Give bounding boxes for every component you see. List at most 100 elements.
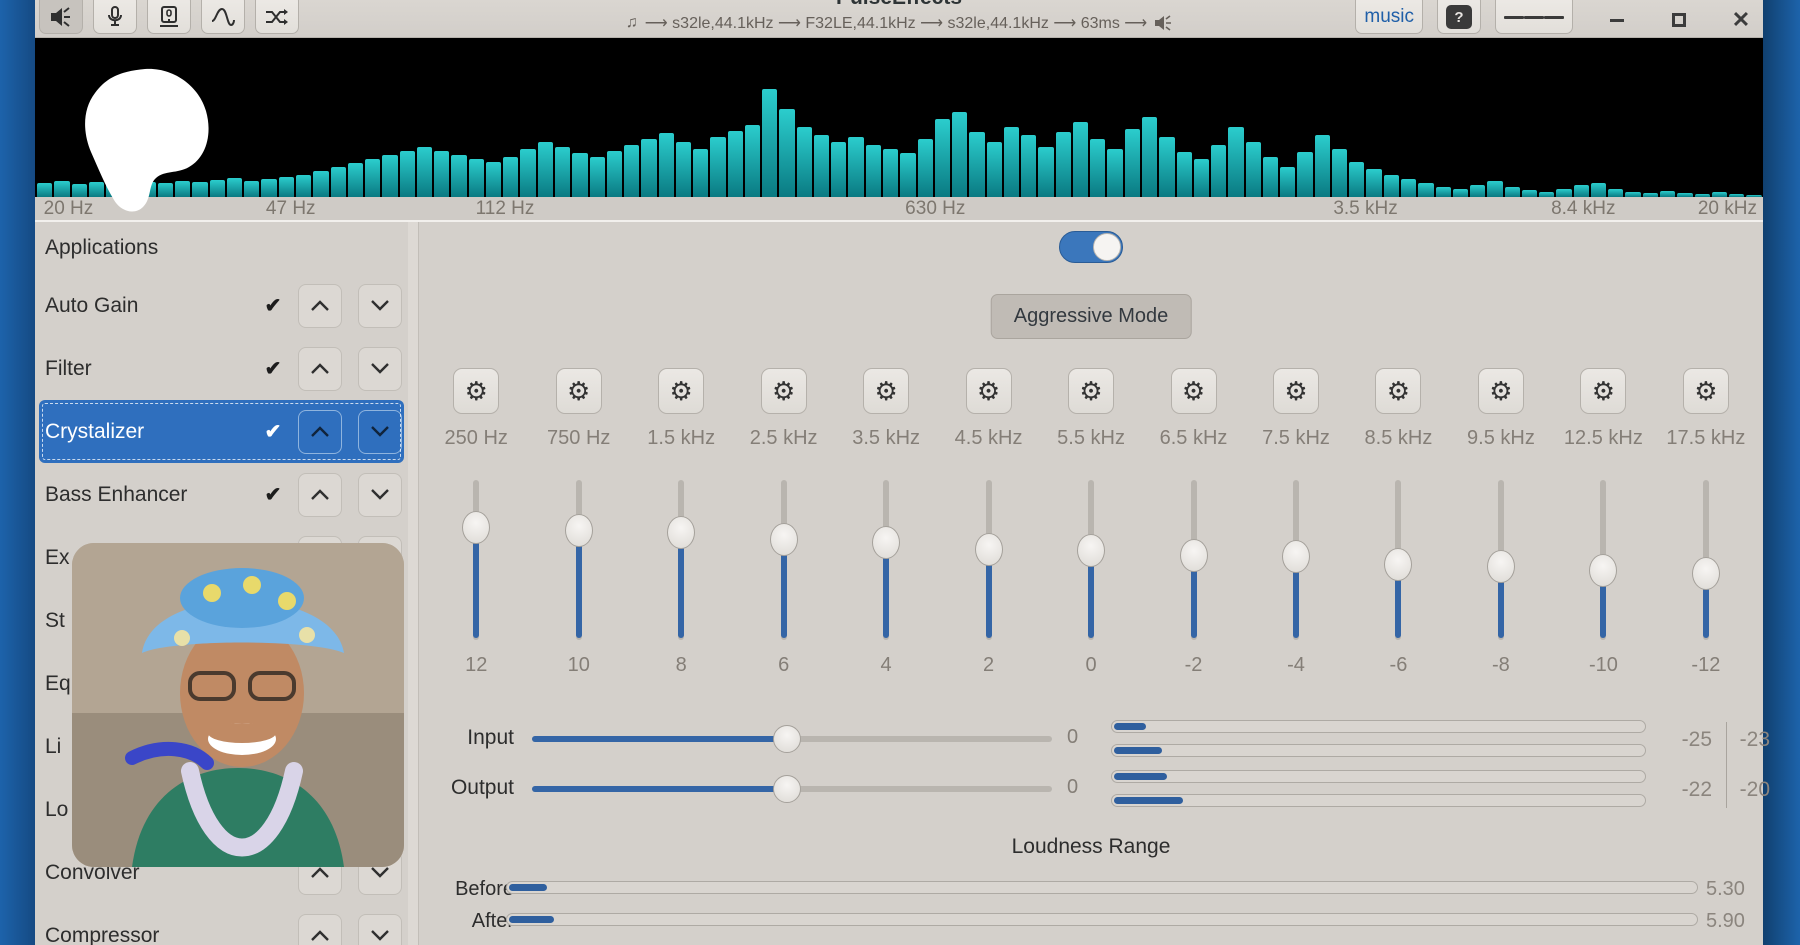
gear-icon: ⚙ — [1079, 378, 1102, 404]
band-intensity-slider[interactable] — [1382, 480, 1414, 640]
slider-handle[interactable] — [1589, 554, 1617, 587]
sidebar-item[interactable]: Auto Gain ✔ — [35, 274, 408, 337]
spectrum-bar — [1574, 185, 1589, 197]
sidebar-item[interactable]: Bass Enhancer ✔ — [35, 463, 408, 526]
band-settings-button[interactable]: ⚙ — [1068, 368, 1114, 414]
output-gain-slider[interactable] — [532, 773, 1052, 805]
band-settings-button[interactable]: ⚙ — [966, 368, 1012, 414]
band-frequency-label: 8.5 kHz — [1365, 427, 1433, 450]
move-down-button[interactable] — [358, 284, 402, 328]
pipeline-format-text: ⟶ s32le,44.1kHz ⟶ F32LE,44.1kHz ⟶ s32le,… — [645, 13, 1147, 33]
spectrum-bar — [1228, 127, 1243, 197]
output-tab-button[interactable] — [39, 0, 83, 34]
slider-handle[interactable] — [1384, 548, 1412, 581]
band-intensity-slider[interactable] — [1587, 480, 1619, 640]
band-intensity-slider[interactable] — [460, 480, 492, 640]
slider-handle[interactable] — [773, 775, 801, 803]
output-row: Output 0 -22 -20 — [419, 770, 1763, 810]
move-up-button[interactable] — [298, 410, 342, 454]
move-down-button[interactable] — [358, 347, 402, 391]
spectrum-bar — [538, 142, 553, 197]
chevron-up-icon — [311, 489, 329, 500]
band-intensity-slider[interactable] — [1178, 480, 1210, 640]
band-intensity-slider[interactable] — [563, 480, 595, 640]
band-intensity-slider[interactable] — [1690, 480, 1722, 640]
band-settings-button[interactable]: ⚙ — [1171, 368, 1217, 414]
band-settings-button[interactable]: ⚙ — [1478, 368, 1524, 414]
move-up-button[interactable] — [298, 914, 342, 945]
move-up-button[interactable] — [298, 473, 342, 517]
band-settings-button[interactable]: ⚙ — [761, 368, 807, 414]
band-settings-button[interactable]: ⚙ — [453, 368, 499, 414]
slider-handle[interactable] — [1692, 557, 1720, 590]
aggressive-mode-button[interactable]: Aggressive Mode — [991, 294, 1192, 339]
sidebar-item[interactable]: Filter ✔ — [35, 337, 408, 400]
slider-handle[interactable] — [462, 511, 490, 544]
slider-handle[interactable] — [872, 526, 900, 559]
help-button[interactable]: ? — [1437, 0, 1481, 34]
band-settings-button[interactable]: ⚙ — [1375, 368, 1421, 414]
band-frequency-label: 750 Hz — [547, 427, 610, 450]
minimize-button[interactable] — [1603, 6, 1631, 34]
gear-icon: ⚙ — [670, 378, 693, 404]
crystalizer-band: ⚙ 750 Hz 10 — [527, 368, 629, 838]
input-gain-slider[interactable] — [532, 723, 1052, 755]
band-intensity-slider[interactable] — [870, 480, 902, 640]
maximize-button[interactable] — [1665, 6, 1693, 34]
loudness-before-label: Before — [455, 878, 514, 901]
plugin-enable-toggle[interactable] — [1059, 231, 1123, 263]
band-value-label: 0 — [1085, 654, 1096, 677]
band-intensity-slider[interactable] — [973, 480, 1005, 640]
input-tab-button[interactable] — [93, 0, 137, 34]
sidebar-item-label: Auto Gain — [45, 294, 260, 318]
gear-icon: ⚙ — [1694, 378, 1717, 404]
move-up-button[interactable] — [298, 347, 342, 391]
band-frequency-label: 17.5 kHz — [1666, 427, 1745, 450]
slider-handle[interactable] — [975, 533, 1003, 566]
slider-handle[interactable] — [773, 725, 801, 753]
slider-handle[interactable] — [1077, 534, 1105, 567]
band-intensity-slider[interactable] — [1280, 480, 1312, 640]
band-intensity-slider[interactable] — [1485, 480, 1517, 640]
slider-handle[interactable] — [770, 523, 798, 556]
sine-wave-icon — [211, 7, 235, 27]
spectrum-bar — [883, 149, 898, 197]
band-settings-button[interactable]: ⚙ — [863, 368, 909, 414]
crystalizer-band: ⚙ 17.5 kHz -12 — [1655, 368, 1757, 838]
move-up-button[interactable] — [298, 284, 342, 328]
band-intensity-slider[interactable] — [665, 480, 697, 640]
spectrum-bar — [1522, 190, 1537, 197]
move-down-button[interactable] — [358, 410, 402, 454]
gear-icon: ⚙ — [1592, 378, 1615, 404]
slider-handle[interactable] — [565, 514, 593, 547]
slider-handle[interactable] — [667, 516, 695, 549]
band-intensity-slider[interactable] — [1075, 480, 1107, 640]
presets-button[interactable]: music — [1355, 0, 1423, 34]
test-signal-tab-button[interactable] — [147, 0, 191, 34]
band-settings-button[interactable]: ⚙ — [1273, 368, 1319, 414]
band-value-label: 10 — [568, 654, 590, 677]
sidebar-item[interactable]: Applications — [35, 222, 408, 274]
sidebar-scrollbar[interactable] — [408, 222, 418, 945]
menu-button[interactable] — [1495, 0, 1573, 34]
band-settings-button[interactable]: ⚙ — [556, 368, 602, 414]
band-settings-button[interactable]: ⚙ — [658, 368, 704, 414]
band-settings-button[interactable]: ⚙ — [1683, 368, 1729, 414]
band-settings-button[interactable]: ⚙ — [1580, 368, 1626, 414]
spectrum-bar — [1246, 142, 1261, 197]
band-intensity-slider[interactable] — [768, 480, 800, 640]
close-button[interactable]: ✕ — [1727, 6, 1755, 34]
spectrum-tab-button[interactable] — [201, 0, 245, 34]
sidebar-item[interactable]: Crystalizer ✔ — [39, 400, 404, 463]
move-down-button[interactable] — [358, 473, 402, 517]
sidebar-item[interactable]: Compressor ✔ — [35, 904, 408, 945]
pipeline-tab-button[interactable] — [255, 0, 299, 34]
output-level-left-value: -22 — [1656, 778, 1712, 802]
spectrum-bar — [900, 153, 915, 197]
spectrum-bar — [659, 133, 674, 197]
slider-handle[interactable] — [1180, 539, 1208, 572]
input-label: Input — [467, 726, 514, 750]
slider-handle[interactable] — [1487, 550, 1515, 583]
slider-handle[interactable] — [1282, 540, 1310, 573]
move-down-button[interactable] — [358, 914, 402, 945]
